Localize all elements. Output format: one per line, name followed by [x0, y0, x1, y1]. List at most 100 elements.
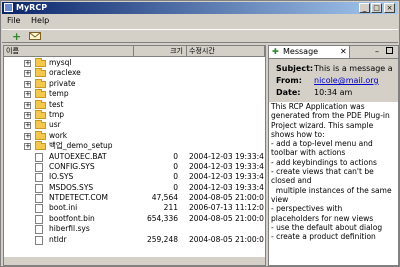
folder-icon [35, 58, 46, 67]
file-name: test [49, 99, 64, 109]
column-header-size[interactable]: 크기 [134, 46, 187, 57]
file-icon [35, 183, 43, 193]
file-date: 2004-12-03 19:33:4 [189, 151, 264, 161]
file-name: tmp [49, 109, 65, 119]
file-name: work [49, 130, 68, 140]
table-row[interactable]: + tmp [4, 109, 265, 120]
message-tab-icon: ✚ [272, 47, 279, 56]
date-value: 10:34 am [314, 88, 353, 97]
table-row[interactable]: + test [4, 99, 265, 110]
view-maximize-icon[interactable] [386, 47, 393, 54]
file-name: mysql [49, 58, 72, 67]
file-name: MSDOS.SYS [49, 182, 94, 192]
folder-icon [35, 99, 46, 109]
expand-icon[interactable]: + [24, 143, 31, 151]
file-size: 211 [163, 203, 178, 213]
column-header-name[interactable]: 이름 [4, 46, 134, 57]
file-name: ntldr [49, 234, 67, 244]
table-row[interactable]: + temp [4, 89, 265, 99]
close-button[interactable]: × [384, 3, 395, 13]
table-row[interactable]: ntldr 259,248 2004-08-05 21:00:0 [4, 235, 265, 245]
file-date: 2004-12-03 19:33:4 [189, 161, 264, 171]
folder-icon [35, 89, 46, 99]
file-name: AUTOEXEC.BAT [49, 151, 107, 161]
app-window: MyRCP _ □ × File Help + 이름 크기 수정시간 + mysq… [0, 0, 400, 267]
file-name: oraclexe [49, 68, 81, 78]
file-date: 2004-08-05 21:00:0 [189, 193, 264, 203]
add-icon[interactable]: + [12, 31, 24, 42]
column-header-date[interactable]: 수정시간 [187, 46, 265, 57]
file-name: hiberfil.sys [49, 224, 90, 234]
expand-icon[interactable]: + [24, 122, 31, 130]
mail-icon[interactable] [29, 31, 41, 42]
folder-icon [35, 130, 46, 140]
horizontal-scrollbar[interactable] [4, 257, 265, 265]
table-row[interactable]: + mysql [4, 58, 265, 68]
file-size: 0 [173, 161, 178, 171]
table-row[interactable]: bootfont.bin 654,336 2004-08-05 21:00:0 [4, 214, 265, 224]
file-icon [35, 194, 43, 204]
menu-file[interactable]: File [7, 16, 20, 25]
expand-icon[interactable]: + [24, 101, 31, 109]
maximize-button[interactable]: □ [371, 3, 382, 13]
message-view: ✚ Message ✕ – Subject: This is a message… [268, 45, 399, 266]
file-name: CONFIG.SYS [49, 161, 95, 171]
file-size: 0 [173, 182, 178, 192]
table-row[interactable]: IO.SYS 0 2004-12-03 19:33:4 [4, 172, 265, 183]
subject-label: Subject: [276, 64, 314, 73]
expand-icon[interactable]: + [24, 111, 31, 119]
file-icon [35, 225, 43, 235]
file-icon [35, 162, 43, 172]
table-row[interactable]: boot.ini 211 2006-07-13 11:12:0 [4, 203, 265, 214]
file-icon [35, 204, 43, 214]
from-link[interactable]: nicole@mail.org [314, 76, 396, 85]
subject-value: This is a message a [314, 64, 393, 73]
file-name: IO.SYS [49, 172, 74, 182]
expand-icon[interactable]: + [24, 70, 31, 78]
title-bar[interactable]: MyRCP _ □ × [2, 2, 398, 14]
file-date: 2004-12-03 19:33:4 [189, 182, 264, 192]
file-name: private [49, 78, 76, 88]
message-header: Subject: This is a message a From: nicol… [269, 59, 398, 102]
minimize-button[interactable]: _ [359, 3, 370, 13]
folder-icon [35, 78, 46, 88]
table-row[interactable]: CONFIG.SYS 0 2004-12-03 19:33:4 [4, 162, 265, 172]
file-name: bootfont.bin [49, 213, 95, 223]
tab-message-label: Message [283, 47, 319, 56]
table-row[interactable]: + 백업_demo_setup [4, 141, 265, 151]
table-row[interactable]: AUTOEXEC.BAT 0 2004-12-03 19:33:4 [4, 152, 265, 162]
file-icon [35, 235, 43, 245]
table-row[interactable]: NTDETECT.COM 47,564 2004-08-05 21:00:0 [4, 193, 265, 204]
view-tabbar: ✚ Message ✕ – [269, 46, 398, 59]
tab-message[interactable]: ✚ Message ✕ [269, 46, 350, 58]
table-row[interactable]: + oraclexe [4, 68, 265, 78]
date-label: Date: [276, 88, 301, 97]
app-icon [4, 3, 13, 12]
table-row[interactable]: + private [4, 78, 265, 89]
menu-help[interactable]: Help [31, 16, 49, 25]
toolbar: + [2, 29, 398, 43]
file-size: 0 [173, 151, 178, 161]
menu-bar: File Help [2, 15, 398, 27]
expand-icon[interactable]: + [24, 132, 31, 140]
file-table: 이름 크기 수정시간 + mysql + oraclexe + private + temp +… [3, 45, 266, 266]
view-minimize-icon[interactable]: – [375, 47, 379, 56]
expand-icon[interactable]: + [24, 80, 31, 88]
from-label: From: [276, 76, 302, 85]
expand-icon[interactable]: + [24, 60, 31, 67]
file-size: 47,564 [151, 193, 178, 203]
file-date: 2004-08-05 21:00:0 [189, 234, 264, 244]
expand-icon[interactable]: + [24, 91, 31, 99]
file-icon [35, 173, 43, 183]
file-name: usr [49, 120, 61, 130]
table-row[interactable]: + work [4, 130, 265, 141]
file-name: boot.ini [49, 203, 78, 213]
table-row[interactable]: hiberfil.sys [4, 224, 265, 235]
file-date: 2006-07-13 11:12:0 [189, 203, 264, 213]
file-name: NTDETECT.COM [49, 193, 108, 203]
table-row[interactable]: MSDOS.SYS 0 2004-12-03 19:33:4 [4, 183, 265, 193]
tab-close-icon[interactable]: ✕ [340, 46, 347, 58]
folder-icon [35, 141, 46, 151]
folder-icon [35, 109, 46, 119]
table-row[interactable]: + usr [4, 120, 265, 130]
